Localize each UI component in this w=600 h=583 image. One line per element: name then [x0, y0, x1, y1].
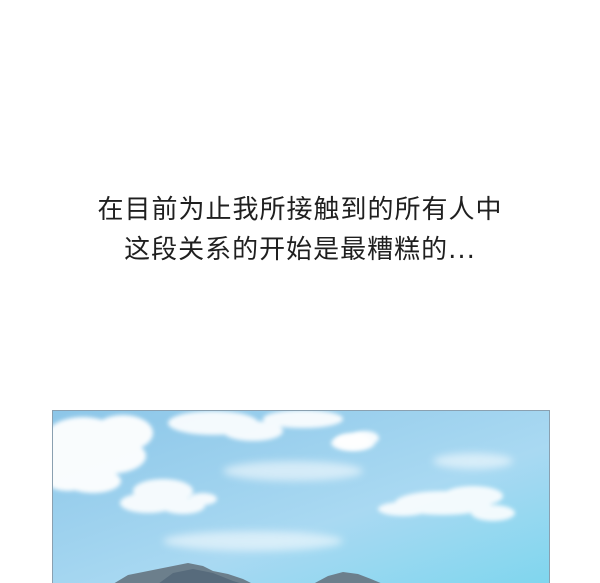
narration-caption: 在目前为止我所接触到的所有人中 这段关系的开始是最糟糕的...: [0, 190, 600, 270]
comic-panel: [52, 410, 550, 583]
caption-line-1: 在目前为止我所接触到的所有人中: [97, 195, 503, 225]
caption-line-2: 这段关系的开始是最糟糕的...: [124, 235, 476, 265]
sky-scene-illustration: [53, 411, 549, 583]
comic-page: 在目前为止我所接触到的所有人中 这段关系的开始是最糟糕的...: [0, 0, 600, 583]
